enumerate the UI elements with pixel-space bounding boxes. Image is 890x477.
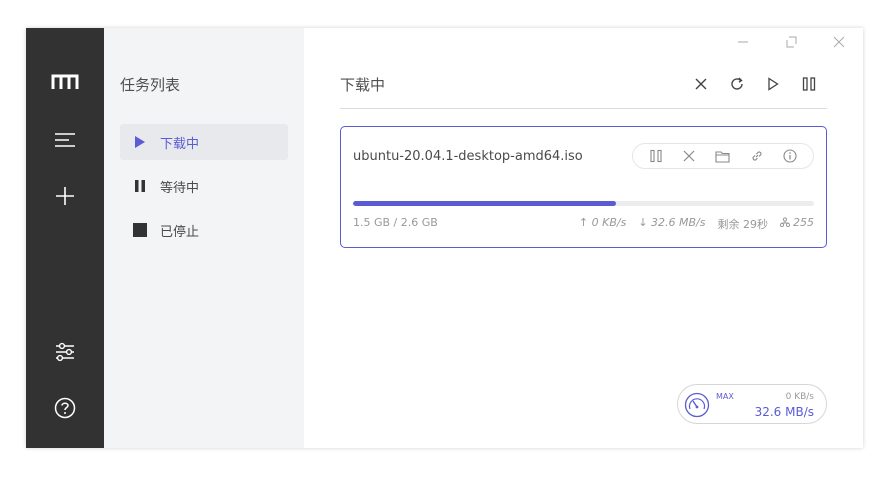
speedometer-mode: MAX: [716, 392, 734, 401]
link-icon[interactable]: [745, 146, 769, 166]
download-speed: ↓ 32.6 MB/s: [638, 216, 706, 229]
help-icon[interactable]: [26, 390, 104, 426]
sidebar-item-stopped[interactable]: 已停止: [120, 212, 288, 248]
speedometer[interactable]: MAX 0 KB/s 32.6 MB/s: [677, 384, 827, 424]
page-title: 下载中: [340, 76, 386, 94]
minimize-icon[interactable]: [729, 34, 757, 50]
play-icon: [120, 135, 160, 149]
info-icon[interactable]: [778, 146, 802, 166]
task-stats: ↑ 0 KB/s ↓ 32.6 MB/s 剩余 29秒 255: [579, 216, 814, 232]
folder-icon[interactable]: [711, 146, 735, 166]
sidebar: 任务列表 下载中 等待中 已停止: [104, 28, 304, 448]
pause-icon: [120, 179, 160, 193]
maximize-icon[interactable]: [777, 34, 805, 50]
task-list-icon[interactable]: [26, 122, 104, 158]
upload-speed: ↑ 0 KB/s: [578, 216, 627, 229]
sidebar-item-label: 下载中: [160, 136, 200, 152]
title-divider: [340, 108, 827, 109]
task-actions: [632, 143, 814, 169]
connections-icon: [779, 217, 791, 228]
main-panel: 下载中 ubuntu-20.04.1-desktop-amd64.iso 1.5…: [304, 28, 863, 448]
pause-all-icon[interactable]: [791, 74, 827, 94]
sidebar-item-waiting[interactable]: 等待中: [120, 168, 288, 204]
pause-task-icon[interactable]: [644, 146, 668, 166]
task-progress-bar: [353, 201, 814, 206]
speedometer-upload: 0 KB/s: [785, 392, 814, 402]
task-size: 1.5 GB / 2.6 GB: [353, 216, 438, 229]
stop-icon: [120, 223, 160, 237]
task-toolbar: [683, 74, 827, 94]
speedometer-icon: [684, 392, 710, 422]
sidebar-item-downloading[interactable]: 下载中: [120, 124, 288, 160]
add-task-icon[interactable]: [26, 178, 104, 214]
remaining-time: 剩余 29秒: [717, 218, 769, 231]
connections: 255: [779, 216, 814, 232]
speedometer-download: 32.6 MB/s: [754, 405, 814, 419]
connections-count: 255: [793, 216, 814, 229]
delete-icon[interactable]: [683, 74, 719, 94]
sidebar-title: 任务列表: [120, 76, 181, 94]
task-progress-fill: [353, 201, 616, 206]
resume-all-icon[interactable]: [755, 74, 791, 94]
sidebar-item-label: 已停止: [160, 224, 200, 240]
logo-icon[interactable]: [26, 64, 104, 100]
sidebar-item-label: 等待中: [160, 180, 200, 196]
app-window: 任务列表 下载中 等待中 已停止 下载中 ubuntu-20.04.1-desk…: [26, 28, 863, 448]
task-name: ubuntu-20.04.1-desktop-amd64.iso: [353, 149, 583, 164]
task-card[interactable]: ubuntu-20.04.1-desktop-amd64.iso 1.5 GB …: [340, 126, 827, 248]
refresh-icon[interactable]: [719, 74, 755, 94]
nav-rail: [26, 28, 104, 448]
preferences-icon[interactable]: [26, 334, 104, 370]
close-window-icon[interactable]: [825, 34, 853, 50]
remove-task-icon[interactable]: [677, 146, 701, 166]
